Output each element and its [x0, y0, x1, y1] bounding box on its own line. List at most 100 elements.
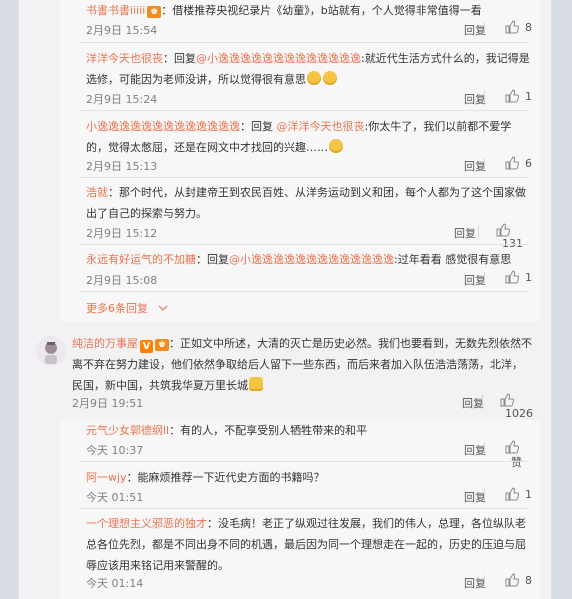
reply-item: 浩就：那个时代，从封建帝王到农民百姓、从洋务运动到义和团，每个人都为了这个国家做…: [86, 182, 530, 224]
divider: [80, 291, 528, 292]
reply-item: 小逸逸逸逸逸逸逸逸逸逸逸逸逸：回复 @洋洋今天也很丧:你太牛了，我们以前都不爱学…: [86, 116, 530, 158]
reply-button[interactable]: 回复: [464, 489, 486, 505]
reply-meta: 2月9日 15:12 回复 131: [86, 223, 534, 250]
like-count: 8: [525, 574, 532, 587]
more-replies-label: 更多6条回复: [86, 302, 148, 315]
thumbs-up-icon: [505, 89, 519, 103]
separator: [484, 489, 485, 501]
reply-meta: 2月9日 15:54 回复 8: [86, 20, 534, 38]
reply-button[interactable]: 回复: [464, 22, 486, 38]
reply-button[interactable]: 回复: [464, 91, 486, 107]
reply-time: 2月9日 15:08: [86, 274, 158, 287]
reply-text: ：能麻烦推荐一下近代史方面的书籍吗？: [126, 471, 325, 484]
like-count: 8: [525, 21, 532, 34]
reply-meta: 2月9日 15:24 回复 1: [86, 89, 534, 107]
main-comment-meta: 2月9日 19:51 回复 1026: [72, 393, 542, 420]
like-count: 1: [525, 90, 532, 103]
separator: [484, 442, 485, 454]
reply-meta: 今天 10:37 回复 赞: [86, 440, 534, 469]
reply-username[interactable]: 一个理想主义邪恶的独才: [86, 517, 207, 530]
separator: [484, 158, 485, 170]
separator: [484, 91, 485, 103]
reply-time: 今天 01:14: [86, 577, 144, 590]
separator: [484, 272, 485, 284]
reply-time: 今天 01:51: [86, 491, 144, 504]
separator: [478, 225, 479, 237]
reply-username[interactable]: 小逸逸逸逸逸逸逸逸逸逸逸逸逸: [86, 120, 240, 133]
like-count: 1026: [505, 407, 533, 420]
mention-link[interactable]: @小逸逸逸逸逸逸逸逸逸逸逸逸逸: [229, 253, 394, 266]
thumbs-up-icon: [505, 487, 519, 501]
reply-button[interactable]: 回复: [464, 272, 486, 288]
reply-button[interactable]: 回复: [464, 158, 486, 174]
reply-username[interactable]: 书書书書iiiii: [86, 4, 145, 17]
main-comment-username[interactable]: 纯洁的万事屋: [72, 337, 138, 350]
reply-time: 2月9日 15:12: [86, 227, 158, 240]
avatar[interactable]: [36, 336, 66, 366]
avatar-image-icon: [36, 336, 66, 366]
more-replies-link[interactable]: 更多6条回复: [86, 300, 168, 316]
like-button[interactable]: 1: [505, 89, 532, 107]
mention-link[interactable]: @小逸逸逸逸逸逸逸逸逸逸逸逸逸: [196, 52, 361, 65]
like-button[interactable]: 赞: [505, 440, 534, 469]
reply-prefix: ：回复: [163, 52, 196, 65]
like-button[interactable]: 1026: [500, 393, 542, 420]
reply-button[interactable]: 回复: [454, 225, 476, 241]
like-button[interactable]: 8: [505, 20, 532, 38]
like-count: 1: [525, 488, 532, 501]
reply-username[interactable]: 洋洋今天也很丧: [86, 52, 163, 65]
separator: [484, 22, 485, 34]
reply-username[interactable]: 阿一wjy: [86, 471, 127, 484]
reply-item: 阿一wjy：能麻烦推荐一下近代史方面的书籍吗？: [86, 467, 530, 488]
reply-prefix: ：回复: [240, 120, 277, 133]
fist-emoji-icon: [249, 377, 263, 391]
divider: [80, 177, 528, 178]
like-button[interactable]: 1: [505, 270, 532, 288]
thumbs-up-icon: [500, 393, 515, 407]
thumbs-up-icon: [496, 223, 510, 237]
crown-badge-icon: ♚: [155, 339, 169, 351]
reply-button[interactable]: 回复: [464, 575, 486, 591]
chevron-down-icon: [158, 305, 167, 311]
separator: [482, 395, 483, 407]
emoji-icon: [329, 139, 343, 153]
like-button[interactable]: 6: [505, 156, 532, 174]
reply-item: 元气少女郭德纲ll：有的人，不配享受别人牺牲带来的和平: [86, 420, 530, 441]
thumbs-up-icon: [505, 156, 519, 170]
divider: [80, 244, 528, 245]
mention-link[interactable]: @洋洋今天也很丧: [277, 120, 365, 133]
reply-time: 今天 10:37: [86, 444, 144, 457]
reply-button[interactable]: 回复: [462, 395, 484, 411]
reply-meta: 今天 01:14 回复 8: [86, 573, 534, 591]
reply-text: :过年看看 感觉很有意思: [394, 253, 512, 266]
like-button[interactable]: 8: [505, 573, 532, 591]
reply-time: 2月9日 15:24: [86, 93, 158, 106]
reply-text: ：借楼推荐央视纪录片《幼童》，b站就有，个人觉得非常值得一看: [161, 4, 482, 17]
divider: [80, 461, 528, 462]
reply-username[interactable]: 浩就: [86, 186, 108, 199]
reply-username[interactable]: 元气少女郭德纲ll: [86, 424, 169, 437]
vip-v-badge-icon: V: [140, 340, 153, 353]
reply-button[interactable]: 回复: [464, 442, 486, 458]
reply-username[interactable]: 永远有好运气的不加糖: [86, 253, 196, 266]
thumbs-up-icon: [505, 20, 519, 34]
divider: [80, 508, 528, 509]
main-comment-time: 2月9日 19:51: [72, 397, 144, 410]
thumbs-up-icon: [505, 270, 519, 284]
like-button[interactable]: 1: [505, 487, 532, 505]
reply-meta: 2月9日 15:08 回复 1: [86, 270, 534, 288]
divider: [80, 42, 528, 43]
vip-badge-icon: ♚: [147, 6, 162, 18]
reply-text: ：有的人，不配享受别人牺牲带来的和平: [169, 424, 368, 437]
like-button[interactable]: 131: [496, 223, 534, 250]
reply-meta: 2月9日 15:13 回复 6: [86, 156, 534, 174]
separator: [484, 575, 485, 587]
reply-item: 书書书書iiiii ♚ ：借楼推荐央视纪录片《幼童》，b站就有，个人觉得非常值得一看: [86, 0, 530, 21]
reply-text: ：那个时代，从封建帝王到农民百姓、从洋务运动到义和团，每个人都为了这个国家做出了…: [86, 186, 526, 220]
main-comment: 纯洁的万事屋 V ♚ ：正如文中所述，大清的灭亡是历史必然。我们也要看到，无数先烈依然…: [72, 333, 532, 396]
thumbs-up-icon: [505, 440, 519, 454]
reply-prefix: ：回复: [196, 253, 229, 266]
reply-item: 洋洋今天也很丧：回复@小逸逸逸逸逸逸逸逸逸逸逸逸逸:就近代生活方式什么的，我记得…: [86, 48, 530, 90]
reply-time: 2月9日 15:13: [86, 160, 158, 173]
thumbs-up-icon: [505, 573, 519, 587]
